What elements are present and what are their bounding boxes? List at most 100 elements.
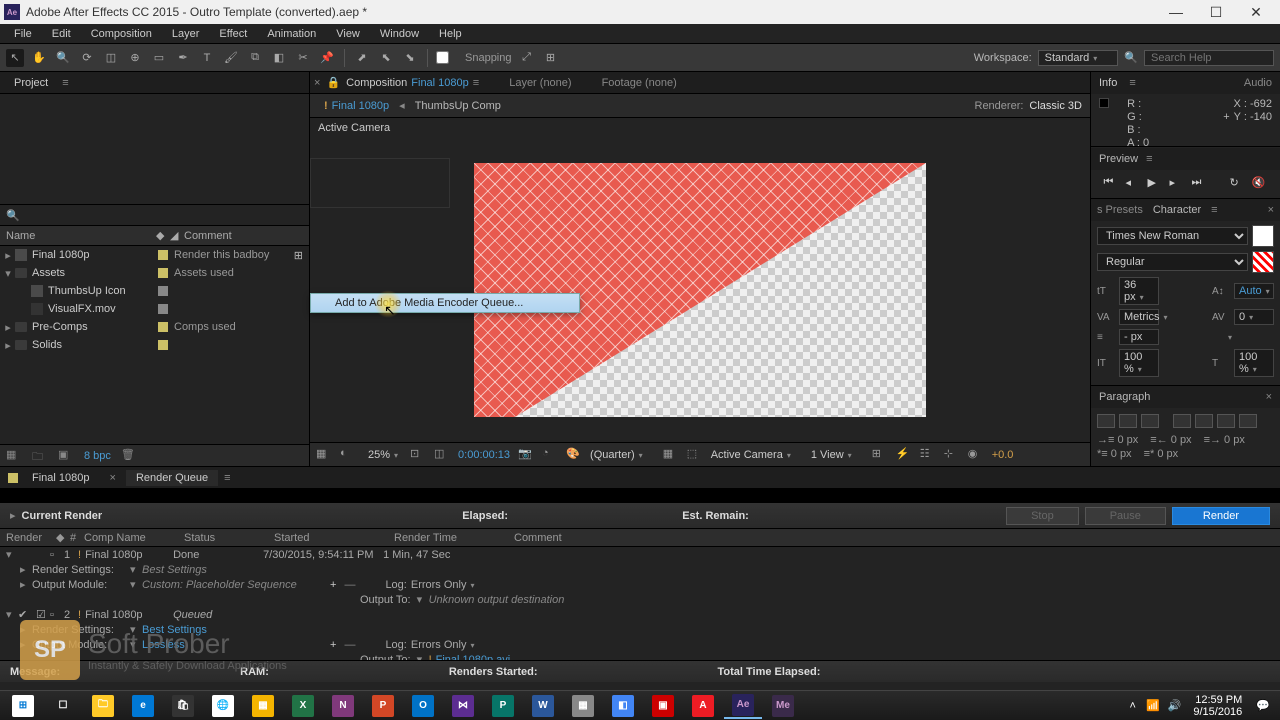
snapshot-icon[interactable]: 📷 [518,447,534,463]
timeline-tab-render-queue[interactable]: Render Queue [126,470,218,486]
loop-icon[interactable]: ↻ [1230,176,1246,192]
col-type[interactable]: ◢ [164,229,178,242]
breadcrumb-nested[interactable]: ThumbsUp Comp [409,98,507,114]
interpret-footage-icon[interactable]: ▦ [6,448,22,464]
maximize-button[interactable]: ☐ [1196,0,1236,24]
output-module-row[interactable]: ▸Output Module: ▾Custom: Placeholder Seq… [0,577,1280,592]
close-tab-icon[interactable]: × [314,77,320,89]
comp-tab-label[interactable]: Composition [346,77,407,89]
menu-layer[interactable]: Layer [162,26,210,42]
selection-tool-icon[interactable]: ↖ [6,49,24,67]
views-select[interactable]: 1 View [811,449,864,461]
store-icon[interactable]: 🛍 [164,693,202,719]
panel-menu-icon[interactable]: ≡ [62,77,68,89]
3d-view-icon[interactable]: ⬚ [687,447,703,463]
toggle-mask-icon[interactable]: ◐ [340,447,356,463]
tracking-field[interactable]: 0 [1234,309,1274,325]
hscale-field[interactable]: 100 % [1234,349,1274,377]
close-icon[interactable]: × [1268,204,1274,216]
camera-tool-icon[interactable]: ◫ [102,49,120,67]
pause-button[interactable]: Pause [1085,507,1166,525]
last-frame-icon[interactable]: ⏭ [1192,176,1208,192]
panel-menu-icon[interactable]: ≡ [1211,204,1217,216]
pen-tool-icon[interactable]: ✒ [174,49,192,67]
roto-tool-icon[interactable]: ✂ [294,49,312,67]
timeline-icon[interactable]: ☷ [920,447,936,463]
character-tab[interactable]: Character [1153,204,1201,216]
stroke-color-swatch[interactable] [1252,251,1274,273]
search-help-input[interactable] [1144,50,1274,66]
axis-local-icon[interactable]: ⬈ [353,49,371,67]
fill-color-swatch[interactable] [1252,225,1274,247]
exposure-value[interactable]: +0.0 [992,449,1014,461]
layer-tab[interactable]: Layer (none) [509,77,571,89]
kerning-field[interactable]: Metrics [1119,309,1159,325]
shape-tool-icon[interactable]: ▭ [150,49,168,67]
flowchart-icon[interactable]: ⊹ [944,447,960,463]
chrome-icon[interactable]: 🌐 [204,693,242,719]
zoom-tool-icon[interactable]: 🔍 [54,49,72,67]
hand-tool-icon[interactable]: ✋ [30,49,48,67]
panel-menu-icon[interactable]: ≡ [1129,77,1135,89]
expand-current-render-icon[interactable]: ▸ [10,509,16,522]
fast-previews-icon[interactable]: ⚡ [896,447,912,463]
vscale-field[interactable]: 100 % [1119,349,1159,377]
visualstudio-icon[interactable]: ⋈ [444,693,482,719]
project-item[interactable]: ▸ Pre-Comps Comps used [0,318,309,336]
render-settings-row[interactable]: ▸Render Settings: ▾Best Settings [0,562,1280,577]
play-icon[interactable]: ▶ [1148,176,1164,192]
clock[interactable]: 12:59 PM9/15/2016 [1185,694,1250,718]
start-button[interactable]: ⊞ [4,693,42,719]
audio-tab[interactable]: Audio [1244,77,1272,89]
app-icon[interactable]: ▦ [564,693,602,719]
justify-center-icon[interactable] [1195,414,1213,428]
toggle-alpha-icon[interactable]: ▦ [316,447,332,463]
menu-file[interactable]: File [4,26,42,42]
comp-tab-name[interactable]: Final 1080p [411,77,469,89]
col-comment[interactable]: Comment [178,230,238,242]
menu-composition[interactable]: Composition [81,26,162,42]
menu-window[interactable]: Window [370,26,429,42]
res-full-icon[interactable]: ⊡ [410,447,426,463]
font-size-field[interactable]: 36 px [1119,277,1159,305]
align-left-icon[interactable] [1097,414,1115,428]
snapping-checkbox[interactable] [436,51,449,64]
log-select[interactable]: Errors Only [411,639,551,651]
type-tool-icon[interactable]: T [198,49,216,67]
output-to-row[interactable]: Output To: ▾Unknown output destination [0,592,1280,607]
snap-grid-icon[interactable]: ⊞ [542,49,560,67]
stroke-width-field[interactable]: - px [1119,329,1159,345]
font-style-select[interactable]: Regular [1097,253,1248,271]
leading-field[interactable]: Auto [1234,283,1274,299]
log-select[interactable]: Errors Only [411,579,551,591]
renderer-value[interactable]: Classic 3D [1029,100,1082,112]
mediaencoder-icon[interactable]: Me [764,693,802,719]
menu-edit[interactable]: Edit [42,26,81,42]
current-time[interactable]: 0:00:00:13 [458,449,510,461]
tray-up-icon[interactable]: ˄ [1124,700,1142,712]
active-camera-select[interactable]: Active Camera [711,449,803,461]
powerpoint-icon[interactable]: P [364,693,402,719]
menu-effect[interactable]: Effect [209,26,257,42]
acrobat-icon[interactable]: A [684,693,722,719]
paragraph-tab[interactable]: Paragraph [1099,391,1150,403]
tray-volume-icon[interactable]: 🔊 [1164,699,1186,712]
next-frame-icon[interactable]: ▸ [1170,176,1186,192]
col-label[interactable]: ◆ [150,229,164,242]
color-mgmt-icon[interactable]: 🎨 [566,447,582,463]
preview-tab[interactable]: Preview [1099,153,1138,165]
axis-world-icon[interactable]: ⬉ [377,49,395,67]
project-item[interactable]: ▾ Assets Assets used [0,264,309,282]
col-name[interactable]: Name [0,230,150,242]
render-button[interactable]: Render [1172,507,1270,525]
channel-icon[interactable]: ◔ [542,447,558,463]
snap-edge-icon[interactable]: ⤢ [518,49,536,67]
clone-tool-icon[interactable]: ⧉ [246,49,264,67]
justify-all-icon[interactable] [1239,414,1257,428]
close-button[interactable]: ✕ [1236,0,1276,24]
reset-exposure-icon[interactable]: ◉ [968,447,984,463]
align-center-icon[interactable] [1119,414,1137,428]
mute-icon[interactable]: 🔇 [1252,176,1268,192]
axis-view-icon[interactable]: ⬊ [401,49,419,67]
explorer-icon[interactable]: 🗀 [84,693,122,719]
